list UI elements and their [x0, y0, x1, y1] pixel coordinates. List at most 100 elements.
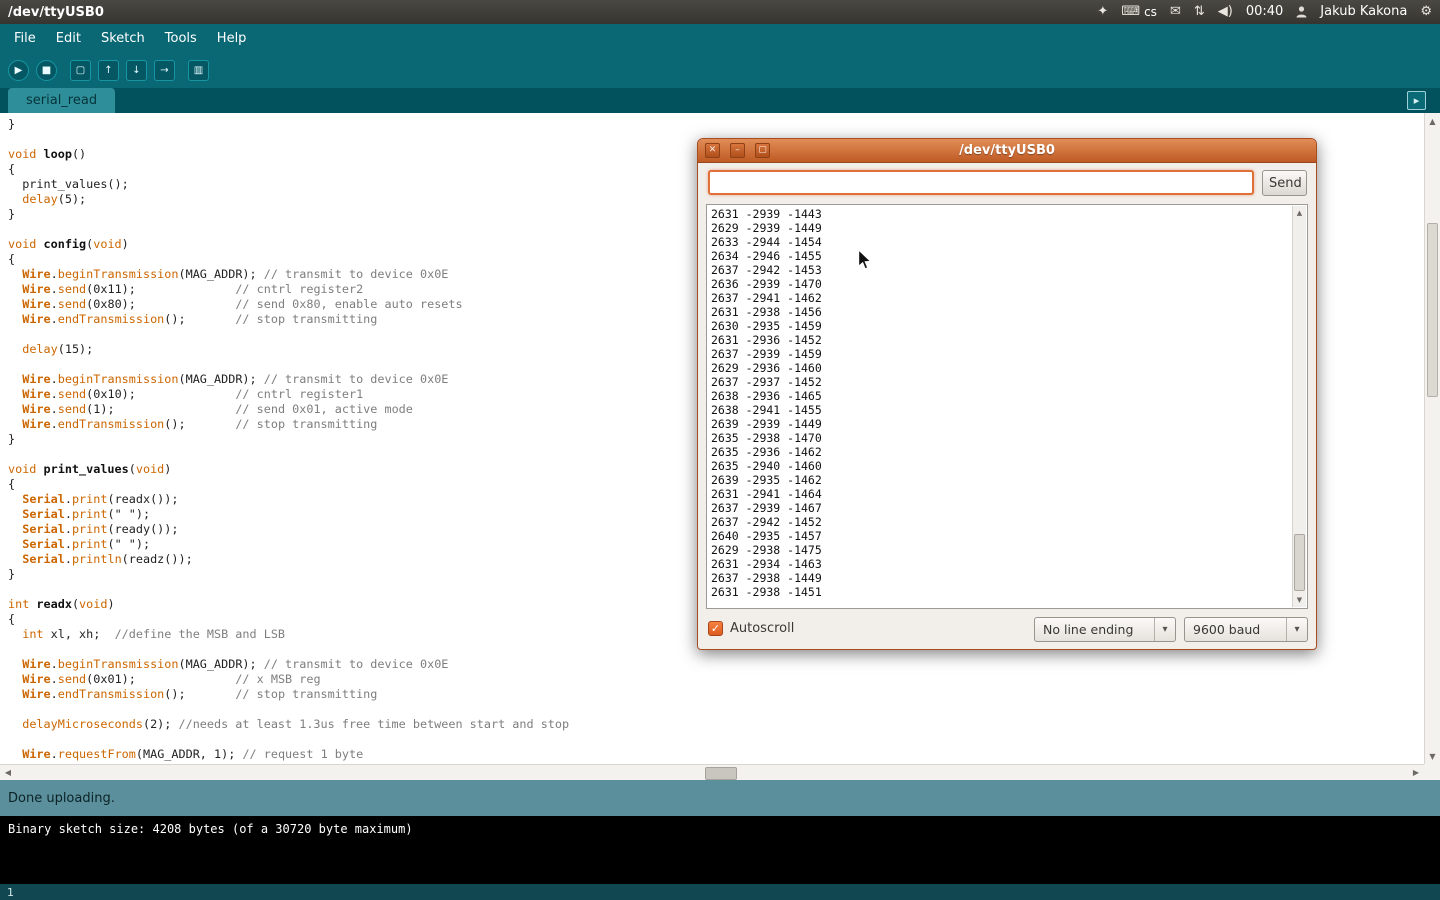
serial-output: 2631 -2939 -14432629 -2939 -14492633 -29… [711, 207, 1291, 606]
scroll-up-icon[interactable]: ▲ [1425, 114, 1440, 128]
serial-line: 2631 -2939 -1443 [711, 207, 1291, 221]
serial-send-input[interactable] [708, 170, 1254, 195]
verify-button[interactable]: ▶ [8, 60, 29, 81]
new-sketch-button[interactable]: ▢ [70, 60, 91, 81]
session-gear-icon[interactable]: ⚙ [1420, 0, 1432, 24]
code-line [8, 702, 1424, 717]
user-icon [1296, 6, 1307, 18]
serial-monitor-button[interactable]: ▥ [188, 60, 209, 81]
close-icon: ✕ [709, 145, 717, 155]
baud-rate-value: 9600 baud [1185, 622, 1286, 637]
serial-line: 2637 -2941 -1462 [711, 291, 1291, 305]
serial-line: 2638 -2941 -1455 [711, 403, 1291, 417]
status-text: Done uploading. [8, 791, 115, 806]
applet-star-icon[interactable]: ✦ [1097, 0, 1108, 24]
console-output: Binary sketch size: 4208 bytes (of a 307… [0, 816, 1440, 884]
code-line: Wire.beginTransmission(MAG_ADDR); // tra… [8, 657, 1424, 672]
stop-button[interactable]: ■ [36, 60, 57, 81]
serial-scroll-down-icon[interactable]: ▼ [1293, 594, 1306, 606]
scrollbar-corner [1424, 764, 1440, 780]
tab-menu-button[interactable]: ▸ [1407, 91, 1426, 110]
editor-vscrollbar[interactable]: ▲ ▼ [1424, 113, 1440, 764]
serial-scroll-thumb[interactable] [1294, 534, 1305, 591]
send-button[interactable]: Send [1262, 170, 1307, 196]
open-button[interactable]: ↑ [98, 60, 119, 81]
network-icon[interactable]: ⇅ [1194, 0, 1205, 24]
arrow-down-icon: ↓ [132, 65, 140, 76]
serial-line: 2629 -2936 -1460 [711, 361, 1291, 375]
serial-line: 2629 -2938 -1475 [711, 543, 1291, 557]
vscroll-thumb[interactable] [1427, 223, 1438, 397]
monitor-icon: ▥ [194, 65, 203, 76]
menu-edit[interactable]: Edit [46, 31, 91, 46]
serial-line: 2637 -2937 -1452 [711, 375, 1291, 389]
serial-line: 2631 -2938 -1456 [711, 305, 1291, 319]
check-icon: ✓ [711, 622, 720, 635]
menu-tools[interactable]: Tools [155, 31, 207, 46]
scroll-down-icon[interactable]: ▼ [1425, 749, 1440, 763]
serial-line: 2637 -2939 -1467 [711, 501, 1291, 515]
stop-icon: ■ [42, 65, 51, 76]
menu-sketch[interactable]: Sketch [91, 31, 155, 46]
line-ending-dropdown[interactable]: No line ending ▾ [1034, 617, 1176, 642]
panel-window-title: /dev/ttyUSB0 [8, 5, 104, 20]
serial-line: 2635 -2936 -1462 [711, 445, 1291, 459]
status-bar: Done uploading. [0, 780, 1440, 816]
scroll-left-icon[interactable]: ◀ [1, 765, 15, 780]
line-number-strip: 1 [0, 884, 1440, 900]
serial-line: 2639 -2935 -1462 [711, 473, 1291, 487]
maximize-button[interactable]: ▢ [755, 143, 770, 158]
upload-button[interactable]: → [154, 60, 175, 81]
new-tab-icon: ▸ [1414, 94, 1420, 107]
line-number: 1 [7, 886, 14, 899]
hscroll-thumb[interactable] [705, 767, 737, 780]
minimize-icon: – [735, 145, 740, 155]
serial-line: 2638 -2936 -1465 [711, 389, 1291, 403]
serial-line: 2637 -2942 -1452 [711, 515, 1291, 529]
maximize-icon: ▢ [758, 145, 767, 155]
menu-file[interactable]: File [4, 31, 46, 46]
page-icon: ▢ [76, 65, 85, 76]
minimize-button[interactable]: – [730, 143, 745, 158]
code-line: Wire.send(0x01); // x MSB reg [8, 672, 1424, 687]
serial-output-area[interactable]: 2631 -2939 -14432629 -2939 -14492633 -29… [706, 204, 1308, 609]
serial-monitor-titlebar[interactable]: ✕ – ▢ /dev/ttyUSB0 [698, 139, 1316, 163]
code-line: } [8, 117, 1424, 132]
serial-line: 2631 -2934 -1463 [711, 557, 1291, 571]
serial-line: 2630 -2935 -1459 [711, 319, 1291, 333]
serial-line: 2637 -2938 -1449 [711, 571, 1291, 585]
tab-serial-read[interactable]: serial_read [8, 88, 115, 113]
line-ending-value: No line ending [1035, 622, 1154, 637]
clock[interactable]: 00:40 [1246, 0, 1283, 24]
editor-hscrollbar[interactable]: ◀ ▶ [0, 764, 1424, 780]
tabstrip: serial_read ▸ [0, 88, 1440, 113]
serial-line: 2633 -2944 -1454 [711, 235, 1291, 249]
autoscroll-label: Autoscroll [730, 621, 794, 636]
serial-line: 2629 -2939 -1449 [711, 221, 1291, 235]
panel-indicators: ✦ ⌨ cs ✉ ⇅ ◀) 00:40 Jakub Kakona ⚙ [1097, 0, 1432, 24]
serial-line: 2631 -2936 -1452 [711, 333, 1291, 347]
serial-line: 2639 -2939 -1449 [711, 417, 1291, 431]
toolbar: ▶ ■ ▢ ↑ ↓ → ▥ [0, 52, 1440, 88]
serial-monitor-title: /dev/ttyUSB0 [959, 143, 1055, 158]
autoscroll-checkbox[interactable]: ✓ [708, 621, 723, 636]
arrow-up-icon: ↑ [104, 65, 112, 76]
serial-line: 2631 -2941 -1464 [711, 487, 1291, 501]
serial-monitor-window: ✕ – ▢ /dev/ttyUSB0 Send 2631 -2939 -1443… [697, 138, 1317, 650]
volume-icon[interactable]: ◀) [1218, 0, 1233, 24]
close-button[interactable]: ✕ [705, 143, 720, 158]
code-line: Wire.requestFrom(MAG_ADDR, 1); // reques… [8, 747, 1424, 762]
keyboard-indicator[interactable]: ⌨ cs [1121, 0, 1157, 24]
baud-rate-dropdown[interactable]: 9600 baud ▾ [1184, 617, 1308, 642]
arrow-right-icon: → [160, 65, 168, 76]
scroll-right-icon[interactable]: ▶ [1409, 765, 1423, 780]
menu-help[interactable]: Help [207, 31, 257, 46]
serial-line: 2637 -2942 -1453 [711, 263, 1291, 277]
user-menu[interactable]: Jakub Kakona [1320, 0, 1407, 24]
serial-scrollbar[interactable]: ▲ ▼ [1292, 206, 1306, 607]
save-button[interactable]: ↓ [126, 60, 147, 81]
serial-line: 2634 -2946 -1455 [711, 249, 1291, 263]
serial-scroll-up-icon[interactable]: ▲ [1293, 207, 1306, 219]
mail-icon[interactable]: ✉ [1170, 0, 1181, 24]
code-line: Wire.endTransmission(); // stop transmit… [8, 687, 1424, 702]
